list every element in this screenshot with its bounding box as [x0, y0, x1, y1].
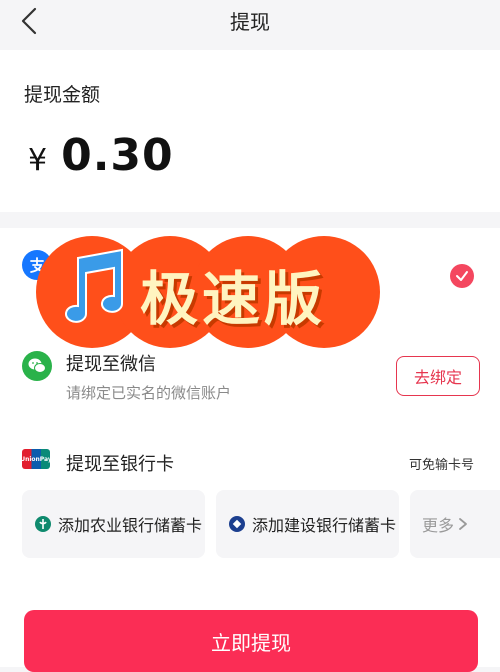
amount-value: 0.30 — [61, 130, 174, 181]
ccb-card-label: 添加建设银行储蓄卡 — [252, 516, 397, 535]
withdraw-now-button[interactable]: 立即提现 — [24, 610, 478, 672]
add-abc-card-button[interactable]: 添加农业银行储蓄卡 — [22, 490, 205, 558]
wechat-icon — [22, 351, 52, 381]
bind-wechat-button[interactable]: 去绑定 — [396, 356, 480, 396]
music-note-icon — [65, 248, 123, 323]
add-ccb-card-button[interactable]: 添加建设银行储蓄卡 — [216, 490, 399, 558]
top-bar: 提现 — [0, 0, 500, 48]
abc-card-label: 添加农业银行储蓄卡 — [58, 516, 203, 535]
more-label: 更多 — [422, 516, 455, 535]
selected-check — [450, 264, 474, 288]
bank-title: 提现至银行卡 — [66, 454, 174, 475]
promo-text: 极速版 — [140, 265, 327, 333]
ccb-bank-icon — [229, 516, 245, 532]
chevron-right-icon — [459, 518, 467, 530]
wechat-subtitle: 请绑定已实名的微信账户 — [66, 384, 232, 402]
promo-sticker: 极速版 — [36, 236, 380, 348]
currency-symbol: ¥ — [28, 143, 48, 178]
unionpay-icon: UnionPay — [20, 449, 52, 469]
wechat-title: 提现至微信 — [66, 354, 156, 375]
abc-bank-icon — [35, 516, 51, 532]
no-card-number-tip: 可免输卡号 — [408, 458, 474, 473]
more-banks-button[interactable]: 更多 — [410, 490, 500, 558]
amount-card: 提现金额 ¥ 0.30 — [0, 50, 500, 212]
amount-label: 提现金额 — [24, 84, 101, 106]
amount-display: ¥ 0.30 — [28, 130, 174, 181]
check-icon — [456, 271, 468, 281]
method-wechat[interactable]: 提现至微信 请绑定已实名的微信账户 去绑定 — [0, 346, 500, 416]
page-title: 提现 — [230, 10, 270, 34]
method-bank-card[interactable]: UnionPay 提现至银行卡 可免输卡号 — [0, 446, 500, 482]
